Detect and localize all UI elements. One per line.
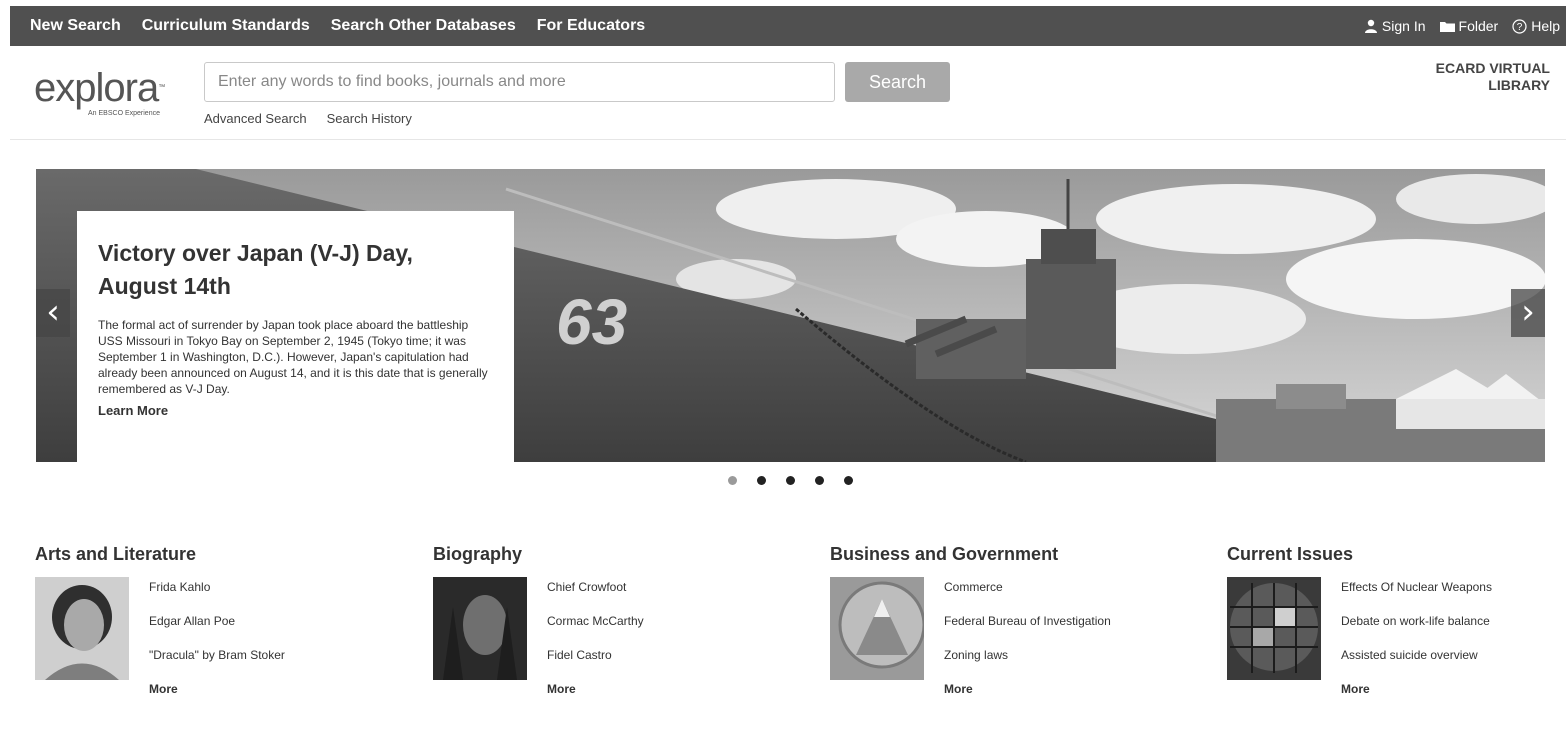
search-button[interactable]: Search (845, 62, 950, 102)
more-link[interactable]: More (547, 682, 644, 716)
svg-text:?: ? (1517, 22, 1523, 33)
dollar-pyramid-image (830, 577, 924, 680)
list-item[interactable]: Effects Of Nuclear Weapons (1341, 580, 1492, 614)
help-link[interactable]: ? Help (1512, 18, 1560, 34)
nav-curriculum-standards[interactable]: Curriculum Standards (142, 17, 310, 35)
library-name: ECARD VIRTUAL LIBRARY (1330, 60, 1550, 94)
folder-link[interactable]: Folder (1439, 18, 1499, 34)
category-title[interactable]: Current Issues (1227, 544, 1566, 565)
library-name-line2: LIBRARY (1488, 77, 1550, 93)
category-thumbnail[interactable] (433, 577, 527, 680)
category-biography: Biography Chief Crowfoot Cormac McCarthy… (433, 544, 823, 696)
more-link[interactable]: More (1341, 682, 1492, 716)
hull-number: 63 (556, 286, 627, 358)
list-item[interactable]: Federal Bureau of Investigation (944, 614, 1111, 648)
category-thumbnail[interactable] (35, 577, 129, 680)
carousel-dot-3[interactable] (786, 476, 795, 485)
list-item[interactable]: Commerce (944, 580, 1111, 614)
carousel-pagination (728, 476, 873, 485)
carousel-body: The formal act of surrender by Japan too… (98, 318, 488, 396)
search-history-link[interactable]: Search History (327, 111, 412, 126)
advanced-search-link[interactable]: Advanced Search (204, 111, 307, 126)
category-current-issues: Current Issues Effects Of Nuclear Weapon… (1227, 544, 1566, 696)
featured-carousel: 63 Victory over Japan (V-J) Day, August … (36, 169, 1545, 462)
list-item[interactable]: Edgar Allan Poe (149, 614, 285, 648)
explora-logo[interactable]: explora™ An EBSCO Experience (34, 68, 184, 128)
learn-more-link[interactable]: Learn More (98, 403, 168, 418)
carousel-dot-2[interactable] (757, 476, 766, 485)
more-link[interactable]: More (149, 682, 285, 716)
top-nav-bar: New Search Curriculum Standards Search O… (10, 6, 1566, 46)
user-icon (1364, 19, 1377, 33)
sign-in-link[interactable]: Sign In (1364, 18, 1426, 34)
carousel-dot-1[interactable] (728, 476, 737, 485)
portrait-image (433, 577, 527, 680)
folder-label: Folder (1458, 18, 1499, 34)
search-input[interactable] (204, 62, 835, 102)
nav-search-other-databases[interactable]: Search Other Databases (331, 17, 516, 35)
list-item[interactable]: Cormac McCarthy (547, 614, 644, 648)
category-thumbnail[interactable] (1227, 577, 1321, 680)
list-item[interactable]: "Dracula" by Bram Stoker (149, 648, 285, 682)
list-item[interactable]: Frida Kahlo (149, 580, 285, 614)
list-item[interactable]: Zoning laws (944, 648, 1111, 682)
carousel-title: Victory over Japan (V-J) Day, August 14t… (98, 240, 413, 299)
category-thumbnail[interactable] (830, 577, 924, 680)
category-arts-literature: Arts and Literature Frida Kahlo Edgar Al… (35, 544, 425, 696)
list-item[interactable]: Assisted suicide overview (1341, 648, 1492, 682)
chevron-right-icon: › (1521, 292, 1535, 332)
sign-in-label: Sign In (1381, 18, 1426, 34)
nav-new-search[interactable]: New Search (30, 17, 121, 35)
logo-text: explora (34, 66, 159, 110)
header-divider (10, 139, 1566, 140)
help-label: Help (1531, 18, 1560, 34)
carousel-dot-4[interactable] (815, 476, 824, 485)
list-item[interactable]: Chief Crowfoot (547, 580, 644, 614)
folder-icon (1439, 22, 1455, 32)
logo-tagline: An EBSCO Experience (88, 110, 160, 117)
carousel-card: Victory over Japan (V-J) Day, August 14t… (77, 211, 514, 462)
category-business-government: Business and Government Commerce Federal… (830, 544, 1220, 696)
screens-globe-image (1227, 577, 1321, 680)
carousel-prev-button[interactable]: ‹ (36, 289, 70, 337)
carousel-next-button[interactable]: › (1511, 289, 1545, 337)
category-title[interactable]: Biography (433, 544, 823, 565)
nav-for-educators[interactable]: For Educators (537, 17, 645, 35)
portrait-image (35, 577, 129, 680)
more-link[interactable]: More (944, 682, 1111, 716)
list-item[interactable]: Debate on work-life balance (1341, 614, 1492, 648)
chevron-left-icon: ‹ (46, 292, 60, 332)
library-name-line1: ECARD VIRTUAL (1435, 60, 1550, 76)
category-title[interactable]: Business and Government (830, 544, 1220, 565)
carousel-dot-5[interactable] (844, 476, 853, 485)
list-item[interactable]: Fidel Castro (547, 648, 644, 682)
category-title[interactable]: Arts and Literature (35, 544, 425, 565)
help-icon: ? (1512, 18, 1527, 34)
